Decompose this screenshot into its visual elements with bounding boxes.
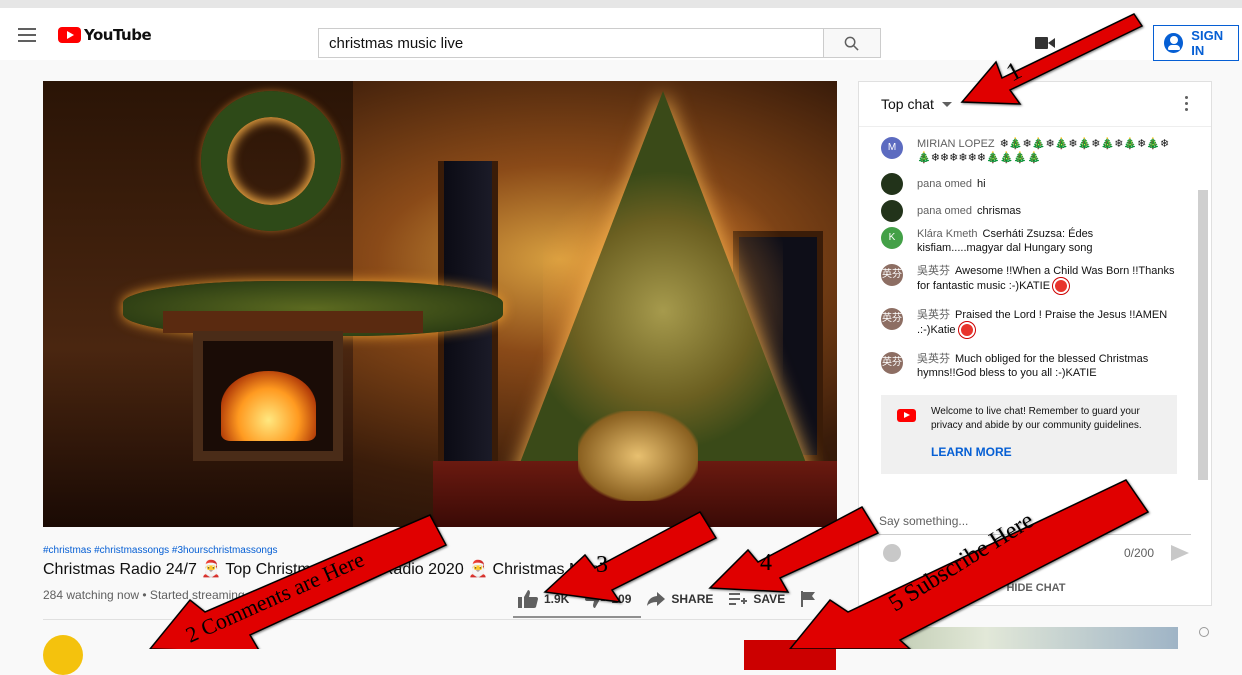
chat-author[interactable]: pana omed: [917, 178, 972, 190]
chat-author[interactable]: 吳英芬: [917, 309, 950, 321]
chat-avatar[interactable]: K: [881, 227, 903, 249]
chat-message: 英芬 吳英芬 Awesome !!When a Child Was Born !!…: [881, 264, 1181, 294]
hamburger-menu-icon[interactable]: [18, 28, 36, 42]
learn-more-link[interactable]: LEARN MORE: [931, 445, 1012, 459]
top-chat-dropdown[interactable]: Top chat: [881, 96, 952, 112]
annotation-number-4: 4: [760, 550, 772, 576]
chat-text: Praised the Lord ! Praise the Jesus !!AM…: [917, 309, 1168, 336]
chat-avatar[interactable]: 英芬: [881, 264, 903, 286]
dislike-button[interactable]: 109: [585, 590, 631, 608]
chat-mode-label: Top chat: [881, 96, 934, 112]
video-meta: 284 watching now • Started streaming: [43, 588, 245, 602]
chat-avatar[interactable]: [881, 173, 903, 195]
chat-avatar[interactable]: 英芬: [881, 352, 903, 374]
share-arrow-icon: [647, 592, 666, 606]
flag-icon: [801, 591, 816, 607]
chat-message: pana omed chrismas: [881, 200, 1181, 222]
chat-author[interactable]: 吳英芬: [917, 353, 950, 365]
chat-message: K Klára Kmeth Cserháti Zsuzsa: Édes kisfi…: [881, 227, 1181, 255]
banner-text: Welcome to live chat! Remember to guard …: [931, 406, 1142, 431]
chat-message: 英芬 吳英芬 Much obliged for the blessed Chris…: [881, 352, 1181, 380]
send-icon[interactable]: [1171, 545, 1189, 561]
chat-text: chrismas: [977, 205, 1022, 217]
save-label: SAVE: [753, 592, 786, 606]
search-icon: [844, 36, 859, 51]
sign-in-label: SIGN IN: [1191, 28, 1224, 58]
video-actions: 1.9K 109 SHARE SAVE: [518, 590, 837, 608]
youtube-play-icon: [897, 409, 916, 422]
thumbs-down-icon: [585, 590, 606, 608]
chat-scrollbar[interactable]: [1198, 190, 1208, 480]
custom-emoji-icon: [1053, 278, 1070, 294]
search-input[interactable]: christmas music live: [318, 28, 824, 58]
dislike-count: 109: [611, 592, 632, 606]
like-ratio-bar: [513, 616, 641, 618]
custom-emoji-icon: [958, 322, 975, 338]
character-counter: 0/200: [1124, 546, 1155, 560]
recommended-video-thumbnail[interactable]: [858, 627, 1178, 649]
subscribe-button[interactable]: [744, 640, 836, 670]
chat-avatar[interactable]: [881, 200, 903, 222]
chat-message-input[interactable]: Say something...: [879, 514, 1191, 535]
video-frame-wreath: [201, 91, 341, 231]
video-frame-fire: [221, 371, 316, 441]
more-options-icon[interactable]: [1185, 96, 1189, 114]
chat-avatar[interactable]: 英芬: [881, 308, 903, 330]
chat-author[interactable]: Klára Kmeth: [917, 228, 978, 240]
live-chat-panel: Top chat M MIRIAN LOPEZ ❄🎄❄🎄❄🎄❄🎄❄🎄❄🎄❄🎄❄ 🎄…: [858, 81, 1212, 606]
chat-message: pana omed hi: [881, 173, 1181, 195]
youtube-logo[interactable]: YouTube: [58, 26, 152, 44]
youtube-play-icon: [58, 27, 81, 43]
report-button[interactable]: [801, 591, 821, 607]
chat-author[interactable]: 吳英芬: [917, 265, 950, 277]
chevron-down-icon: [941, 101, 952, 107]
video-player[interactable]: [43, 81, 837, 527]
like-count: 1.9K: [544, 592, 570, 606]
account-icon: [1164, 33, 1184, 53]
chat-text: Much obliged for the blessed Christmas h…: [917, 353, 1149, 379]
chat-author[interactable]: MIRIAN LOPEZ: [917, 138, 995, 150]
create-video-icon[interactable]: [1035, 36, 1055, 50]
emoji-picker-icon[interactable]: [883, 544, 901, 562]
info-icon[interactable]: [1199, 627, 1209, 637]
chat-author[interactable]: pana omed: [917, 205, 972, 217]
annotation-arrow-2: 2 Comments are Here: [149, 514, 448, 649]
channel-avatar[interactable]: [43, 635, 83, 675]
chat-header: Top chat: [859, 82, 1211, 127]
playlist-add-icon: [729, 593, 748, 605]
section-divider: [43, 619, 837, 620]
chat-text: Awesome !!When a Child Was Born !!Thanks…: [917, 265, 1175, 292]
chat-message: M MIRIAN LOPEZ ❄🎄❄🎄❄🎄❄🎄❄🎄❄🎄❄🎄❄ 🎄❄❄❄❄❄❄🎄🎄🎄…: [881, 137, 1181, 165]
video-hashtags[interactable]: #christmas #christmassongs #3hourschrist…: [43, 545, 278, 556]
video-frame-mantel: [163, 311, 423, 333]
share-button[interactable]: SHARE: [647, 592, 713, 606]
share-label: SHARE: [671, 592, 714, 606]
hide-chat-button[interactable]: HIDE CHAT: [859, 582, 1213, 594]
chat-avatar[interactable]: M: [881, 137, 903, 159]
chat-text: hi: [977, 178, 986, 190]
sign-in-button[interactable]: SIGN IN: [1153, 25, 1239, 61]
save-button[interactable]: SAVE: [729, 592, 785, 606]
search-button[interactable]: [824, 28, 881, 58]
masthead: YouTube christmas music live SIGN IN: [0, 8, 1242, 61]
browser-top-strip: [0, 0, 1242, 8]
logo-text: YouTube: [84, 26, 152, 44]
video-title: Christmas Radio 24/7 🎅 Top Christmas Son…: [43, 561, 645, 578]
like-button[interactable]: 1.9K: [518, 590, 569, 608]
thumbs-up-icon: [518, 590, 538, 608]
video-frame-vase: [578, 411, 698, 501]
chat-welcome-banner: Welcome to live chat! Remember to guard …: [881, 395, 1177, 474]
chat-message: 英芬 吳英芬 Praised the Lord ! Praise the Jesu…: [881, 308, 1181, 338]
